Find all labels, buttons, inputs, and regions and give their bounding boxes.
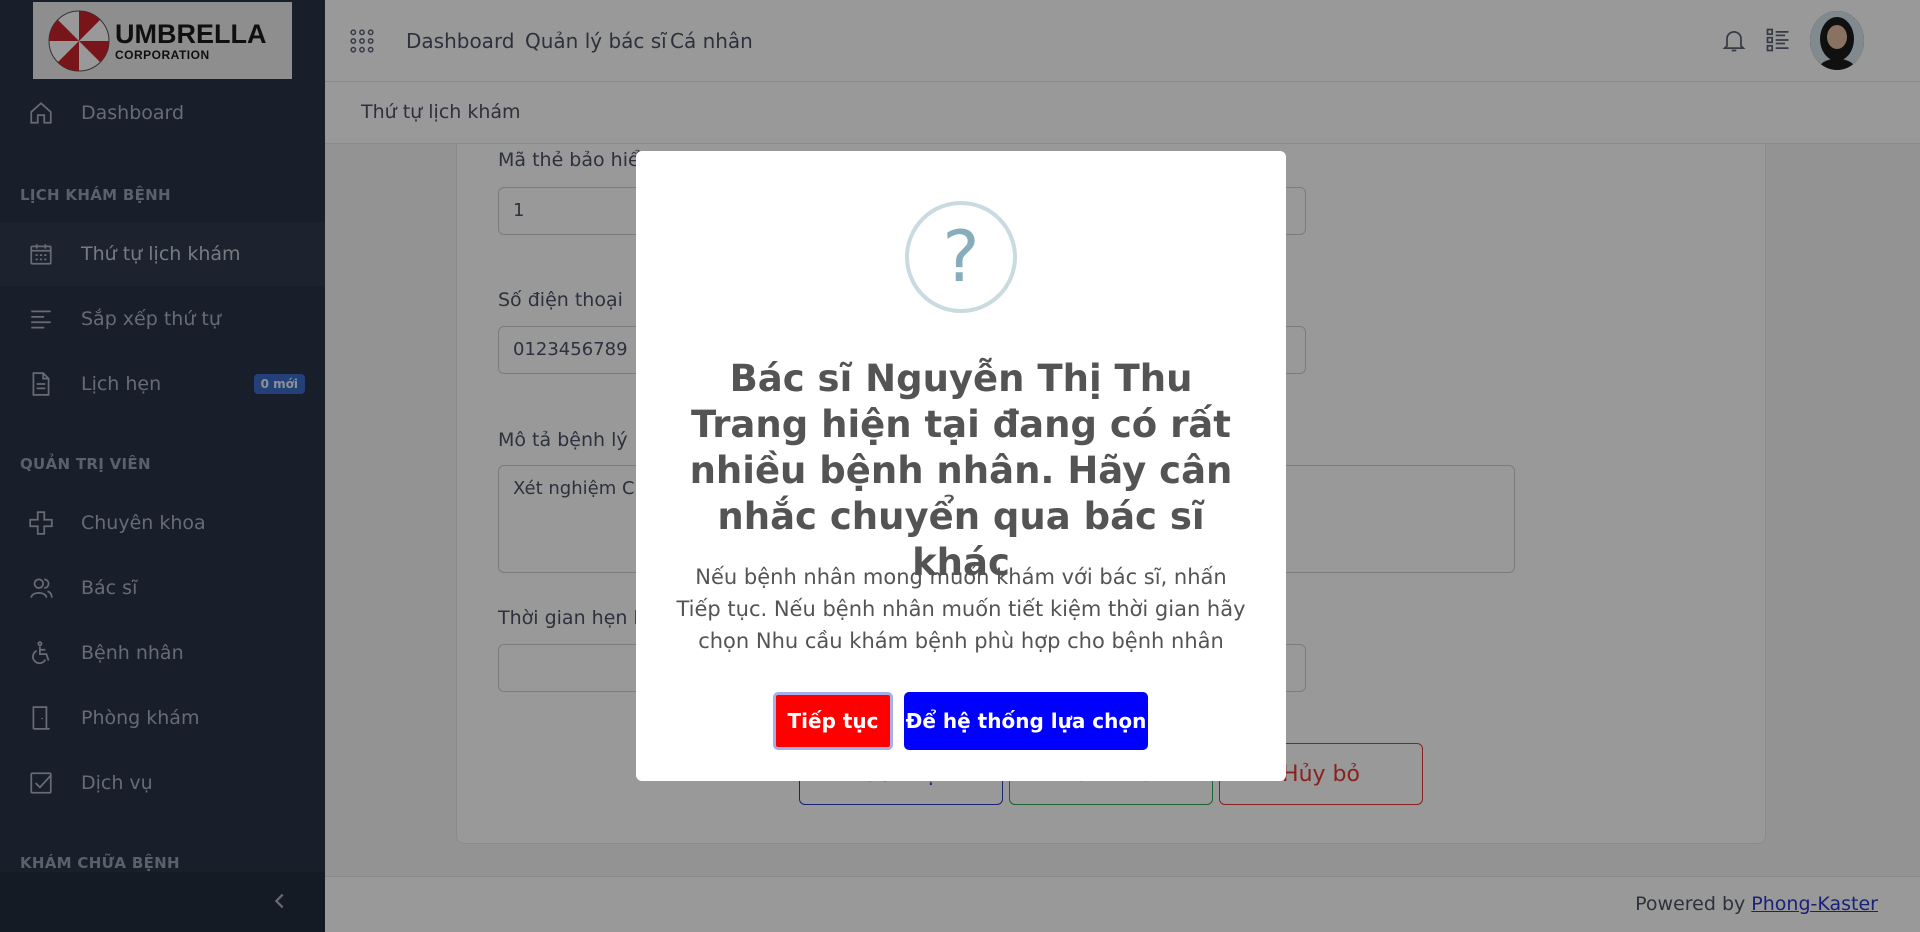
let-system-choose-button[interactable]: Để hệ thống lựa chọn [904,692,1148,750]
continue-button[interactable]: Tiếp tục [773,692,893,750]
dialog-title: Bác sĩ Nguyễn Thị Thu Trang hiện tại đan… [689,357,1233,584]
warning-dialog: ? Bác sĩ Nguyễn Thị Thu Trang hiện tại đ… [636,151,1286,781]
question-icon: ? [905,201,1017,313]
dialog-message: Nếu bệnh nhân mong muốn khám với bác sĩ,… [676,565,1246,653]
